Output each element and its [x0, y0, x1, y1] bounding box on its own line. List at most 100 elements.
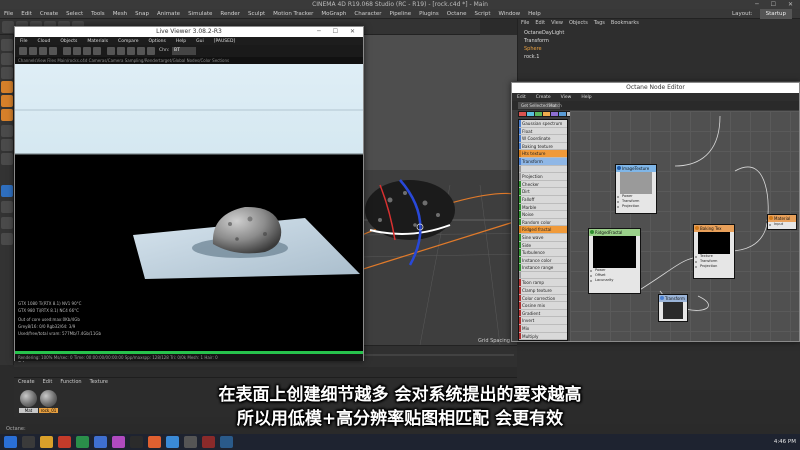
transform-node[interactable]: Transform [658, 294, 688, 322]
send-scene-icon[interactable] [19, 47, 27, 55]
menu-animate[interactable]: Animate [153, 9, 184, 19]
polygons-mode-icon[interactable] [1, 109, 13, 121]
node-list-item[interactable]: Multiply [519, 332, 567, 340]
menu-motion-tracker[interactable]: Motion Tracker [269, 9, 317, 19]
app-icon[interactable] [202, 436, 215, 448]
node-list-item[interactable]: Cosine mix [519, 302, 567, 310]
node-list-item[interactable]: Checker [519, 180, 567, 189]
node-port[interactable]: Lacunarity [589, 278, 640, 283]
cinema4d-icon[interactable] [130, 436, 143, 448]
pick-white-balance-icon[interactable] [93, 47, 101, 55]
lock-workplane-icon[interactable] [1, 233, 13, 245]
app-icon[interactable] [166, 436, 179, 448]
baking-texture-node[interactable]: Baking Tex Texture Transform Projection [693, 224, 735, 279]
node-list-item[interactable]: W Coordinate [519, 135, 567, 143]
node-list-item[interactable]: Add [519, 340, 567, 341]
snap-icon[interactable] [1, 153, 13, 165]
window-controls[interactable]: ─ ☐ ✕ [755, 0, 798, 9]
search-icon[interactable] [22, 436, 35, 448]
om-menu-file[interactable]: File [518, 19, 532, 27]
om-menu-bookmarks[interactable]: Bookmarks [608, 19, 642, 27]
layout-selector[interactable]: Layout: Startup [724, 9, 796, 19]
app-icon[interactable] [148, 436, 161, 448]
menu-help[interactable]: Help [524, 9, 545, 19]
menu-script[interactable]: Script [471, 9, 495, 19]
menu-octane[interactable]: Octane [443, 9, 471, 19]
node-list-item[interactable]: Toon ramp [519, 279, 567, 288]
pause-icon[interactable] [39, 47, 47, 55]
ridged-fractal-node[interactable]: RidgedFractal Power Offset Lacunarity [588, 228, 641, 294]
pick-material-icon[interactable] [73, 47, 81, 55]
texture-mode-icon[interactable] [1, 67, 13, 79]
node-list-item[interactable]: Side [519, 241, 567, 250]
start-icon[interactable] [4, 436, 17, 448]
app-icon[interactable] [94, 436, 107, 448]
menu-sculpt[interactable]: Sculpt [244, 9, 269, 19]
om-menu-objects[interactable]: Objects [566, 19, 591, 27]
node-port[interactable]: Projection [694, 264, 734, 269]
node-list-item[interactable]: Hts texture [519, 150, 567, 158]
layout-value[interactable]: Startup [759, 9, 792, 19]
menu-select[interactable]: Select [62, 9, 87, 19]
node-list-item[interactable]: Baking texture [519, 142, 567, 151]
node-list-item[interactable]: Invert [519, 317, 567, 326]
menu-mesh[interactable]: Mesh [109, 9, 131, 19]
object-row[interactable]: Sphere [524, 45, 542, 53]
om-menu-view[interactable]: View [548, 19, 566, 27]
menu-plugins[interactable]: Plugins [415, 9, 443, 19]
node-list-item[interactable] [519, 271, 567, 280]
zoom-icon[interactable] [147, 47, 155, 55]
node-list-item[interactable]: Color correction [519, 294, 567, 303]
node-list-item[interactable]: Transform [519, 157, 567, 166]
node-list-item[interactable]: Turbulence [519, 249, 567, 257]
system-clock[interactable]: 4:46 PM [774, 434, 796, 450]
node-list-item[interactable]: Gradient [519, 309, 567, 318]
menu-pipeline[interactable]: Pipeline [386, 9, 416, 19]
node-list-item[interactable]: Projection [519, 173, 567, 181]
node-list-item[interactable]: Falloff [519, 195, 567, 204]
render-output[interactable] [15, 64, 363, 298]
app-icon[interactable] [58, 436, 71, 448]
object-row[interactable]: OctaneDayLight [524, 29, 564, 37]
node-port[interactable]: Projection [616, 204, 656, 209]
menu-tools[interactable]: Tools [87, 9, 109, 19]
stop-icon[interactable] [49, 47, 57, 55]
octane-icon[interactable] [1, 185, 13, 197]
object-row[interactable]: rock.1 [524, 53, 539, 61]
menu-mograph[interactable]: MoGraph [317, 9, 350, 19]
om-menu-edit[interactable]: Edit [532, 19, 548, 27]
node-list-item[interactable]: Gaussian spectrum [519, 120, 567, 128]
object-row[interactable]: Transform [524, 37, 549, 45]
image-texture-node[interactable]: ImageTexture Power Transform Projection [615, 164, 657, 214]
node-list-item[interactable]: Random color [519, 218, 567, 227]
node-list-item[interactable]: Float [519, 127, 567, 136]
region-render-icon[interactable] [107, 47, 115, 55]
node-list-item[interactable]: Mix [519, 325, 567, 333]
clay-mode-icon[interactable] [127, 47, 135, 55]
node-editor-title-bar[interactable]: Octane Node Editor [512, 83, 799, 93]
sub-sampling-icon[interactable] [137, 47, 145, 55]
node-list-item[interactable] [519, 165, 567, 174]
search-field[interactable]: Search [548, 102, 562, 109]
restart-icon[interactable] [29, 47, 37, 55]
make-editable-icon[interactable] [1, 39, 13, 51]
node-list-item[interactable]: Instance range [519, 264, 567, 272]
lock-resolution-icon[interactable] [117, 47, 125, 55]
menu-simulate[interactable]: Simulate [184, 9, 216, 19]
node-list-item[interactable]: Instance color [519, 256, 567, 265]
tweak-mode-icon[interactable] [1, 139, 13, 151]
menu-character[interactable]: Character [350, 9, 385, 19]
material-output-node[interactable]: Material Input [767, 214, 797, 230]
pick-focus-icon[interactable] [63, 47, 71, 55]
model-mode-icon[interactable] [1, 53, 13, 65]
app-icon[interactable] [76, 436, 89, 448]
node-list-item[interactable]: Dirt [519, 188, 567, 196]
undo-icon[interactable] [2, 21, 14, 33]
live-viewer-title-bar[interactable]: Live Viewer 3.08.2-R3 ─ ☐ ✕ [15, 27, 363, 37]
node-port[interactable]: Input [768, 222, 796, 227]
node-list-item[interactable]: Sine wave [519, 233, 567, 242]
channel-select[interactable]: BT [172, 47, 196, 55]
menu-render[interactable]: Render [216, 9, 244, 19]
window-controls[interactable]: ─ ☐ ✕ [317, 27, 360, 37]
edges-mode-icon[interactable] [1, 95, 13, 107]
